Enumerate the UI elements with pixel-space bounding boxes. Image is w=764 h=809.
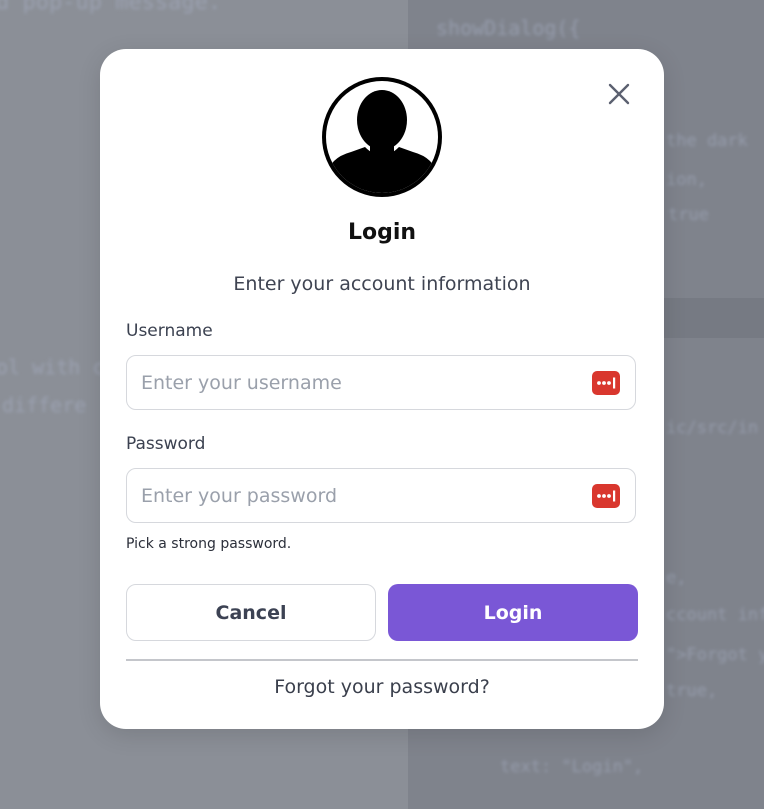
background-code-line: text: "Login", bbox=[500, 757, 644, 777]
password-hint: Pick a strong password. bbox=[126, 536, 292, 552]
background-code-line: d pop-up message. bbox=[0, 0, 222, 15]
background-code-line: the dark bbox=[666, 131, 748, 151]
password-manager-icon[interactable] bbox=[592, 371, 620, 395]
background-code-line: ion, bbox=[666, 170, 707, 190]
background-code-line: differe bbox=[2, 393, 87, 417]
login-dialog: Login Enter your account information Use… bbox=[100, 49, 664, 729]
password-input[interactable] bbox=[139, 469, 583, 523]
user-avatar-icon bbox=[319, 74, 445, 200]
cancel-button[interactable]: Cancel bbox=[126, 584, 376, 641]
password-field-box bbox=[126, 468, 636, 523]
background-code-line: e, bbox=[666, 568, 687, 588]
username-input[interactable] bbox=[139, 356, 583, 410]
forgot-password-link[interactable]: Forgot your password? bbox=[100, 676, 664, 698]
background-code-line: ic/src/in bbox=[666, 418, 759, 438]
background-code-line: ol with c bbox=[0, 355, 105, 379]
dialog-title: Login bbox=[347, 220, 417, 245]
username-label: Username bbox=[126, 321, 213, 341]
background-code-line: ccount inf bbox=[666, 605, 764, 625]
close-icon bbox=[608, 83, 630, 105]
password-label: Password bbox=[126, 434, 206, 454]
divider bbox=[126, 659, 638, 661]
username-field-box bbox=[126, 355, 636, 410]
dialog-subtitle: Enter your account information bbox=[233, 273, 531, 295]
background-code-line: showDialog({ bbox=[436, 16, 581, 40]
background-code-line: ">Forgot y bbox=[666, 645, 764, 665]
background-code-line: true, bbox=[666, 681, 718, 701]
login-button[interactable]: Login bbox=[388, 584, 638, 641]
password-manager-icon[interactable] bbox=[592, 484, 620, 508]
close-button[interactable] bbox=[606, 81, 632, 107]
background-code-line: true bbox=[668, 205, 709, 225]
